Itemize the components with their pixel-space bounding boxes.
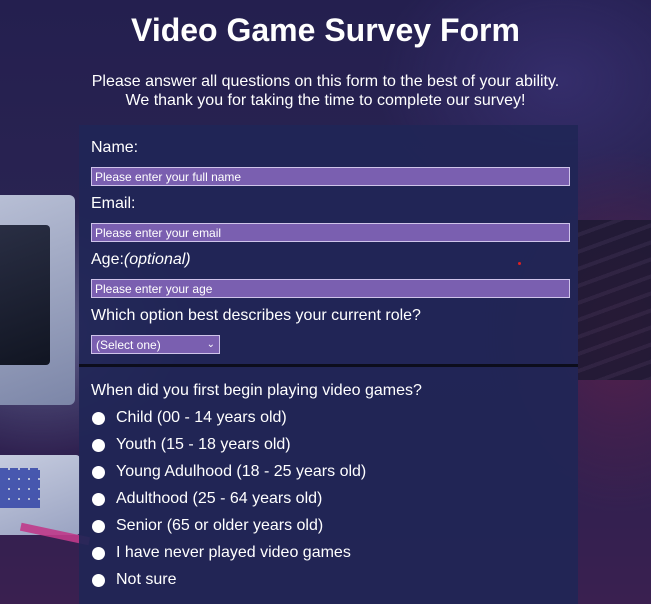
age-input[interactable]: [91, 279, 570, 298]
radio-option-child[interactable]: Child (00 - 14 years old): [92, 409, 287, 427]
background-monitor-screen: [0, 225, 50, 365]
role-select-value: (Select one): [96, 337, 161, 352]
radio-button[interactable]: [92, 546, 105, 560]
name-label: Name:: [91, 139, 139, 156]
radio-button[interactable]: [92, 411, 105, 425]
radio-option-adulthood[interactable]: Adulthood (25 - 64 years old): [92, 490, 322, 508]
background-keys: [0, 468, 40, 508]
age-optional-text: (optional): [123, 251, 191, 268]
radio-button[interactable]: [92, 465, 105, 479]
radio-label: Youth (15 - 18 years old): [116, 436, 291, 453]
chevron-down-icon: ⌄: [206, 339, 215, 350]
radio-label: Young Adulhood (18 - 25 years old): [116, 463, 367, 480]
survey-form: Name: Email: Age:(optional) Which option…: [79, 125, 578, 604]
radio-option-not-sure[interactable]: Not sure: [92, 571, 176, 589]
radio-button[interactable]: [92, 573, 105, 587]
first-play-question: When did you first begin playing video g…: [91, 382, 422, 399]
radio-label: I have never played video games: [116, 544, 351, 561]
radio-button[interactable]: [92, 519, 105, 533]
radio-label: Adulthood (25 - 64 years old): [116, 490, 323, 507]
radio-option-young-adulthood[interactable]: Young Adulhood (18 - 25 years old): [92, 463, 366, 481]
radio-button[interactable]: [92, 492, 105, 506]
red-dot: [518, 262, 521, 265]
name-input[interactable]: [91, 167, 570, 186]
age-label-text: Age:: [91, 251, 124, 268]
radio-option-never-played[interactable]: I have never played video games: [92, 544, 351, 562]
radio-option-senior[interactable]: Senior (65 or older years old): [92, 517, 323, 535]
radio-label: Child (00 - 14 years old): [116, 409, 287, 426]
role-question: Which option best describes your current…: [91, 307, 421, 324]
description-line-1: Please answer all questions on this form…: [91, 73, 560, 90]
radio-option-youth[interactable]: Youth (15 - 18 years old): [92, 436, 291, 454]
email-input[interactable]: [91, 223, 570, 242]
age-label: Age:(optional): [91, 251, 191, 269]
description-line-2: We thank you for taking the time to comp…: [125, 92, 526, 109]
page-description: Please answer all questions on this form…: [0, 72, 651, 110]
role-select[interactable]: (Select one) ⌄: [91, 335, 220, 354]
page-title: Video Game Survey Form: [131, 12, 520, 48]
radio-button[interactable]: [92, 438, 105, 452]
radio-label: Senior (65 or older years old): [116, 517, 324, 534]
background-keyboard: [578, 220, 651, 380]
section-divider: [79, 364, 578, 367]
email-label: Email:: [91, 195, 136, 212]
radio-label: Not sure: [116, 571, 177, 588]
